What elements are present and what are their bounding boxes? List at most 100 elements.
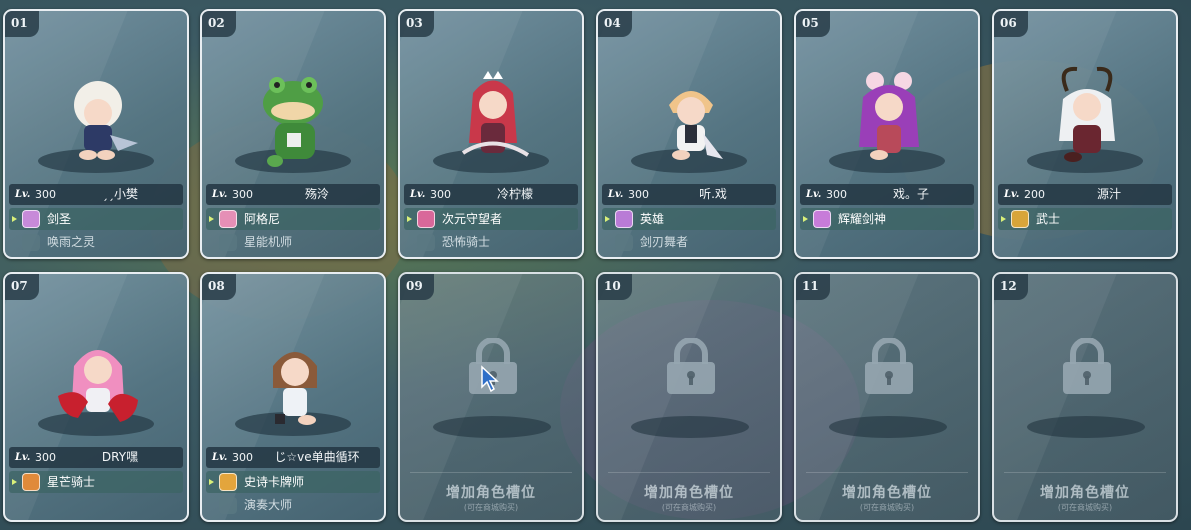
character-slot-grid: 01 Lv. 300 ˏˏ小樊 剑圣 唤雨之灵 02 Lv. 300 殇泠 阿格… <box>0 0 1191 530</box>
character-slot-08[interactable]: 08 Lv. 300 じ☆ve单曲循环 史诗卡牌师 演奏大师 <box>200 272 386 522</box>
slot-number: 09 <box>400 274 434 300</box>
slot-number: 06 <box>994 11 1028 37</box>
character-slot-01[interactable]: 01 Lv. 300 ˏˏ小樊 剑圣 唤雨之灵 <box>3 9 189 259</box>
level-value: 300 <box>35 188 56 201</box>
sub-job-label: 恐怖骑士 <box>442 235 491 249</box>
sub-job-row: 星能机师 <box>206 232 380 253</box>
sub-job-label: 星能机师 <box>244 235 293 249</box>
sub-job-row <box>9 495 183 516</box>
add-slot-hint: (可在商城购买) <box>1057 503 1113 512</box>
level-value: 300 <box>232 451 253 464</box>
bullet-icon <box>209 479 214 485</box>
character-avatar[interactable] <box>641 63 741 173</box>
card-master-icon <box>219 473 237 491</box>
character-slot-06[interactable]: 06 Lv. 200 源汁 武士 <box>992 9 1178 259</box>
slot-number: 07 <box>5 274 39 300</box>
character-name: 戏。子 <box>892 187 929 201</box>
character-name: じ☆ve单曲循环 <box>274 450 360 464</box>
sub-job-label: 剑刃舞者 <box>640 235 689 249</box>
sub-job-row: 唤雨之灵 <box>9 232 183 253</box>
locked-slot-12[interactable]: 12 增加角色槽位 (可在商城购买) <box>992 272 1178 522</box>
level-bar: Lv. 300 听.戏 <box>602 184 776 205</box>
character-slot-03[interactable]: 03 Lv. 300 冷柠檬 次元守望者 恐怖骑士 <box>398 9 584 259</box>
character-avatar[interactable] <box>245 63 345 173</box>
add-slot-label[interactable]: 增加角色槽位 <box>400 482 582 502</box>
add-slot-label[interactable]: 增加角色槽位 <box>994 482 1176 502</box>
job-row: 星芒骑士 <box>9 471 183 493</box>
sword-icon <box>813 210 831 228</box>
level-prefix: Lv. <box>1004 189 1020 200</box>
character-slot-05[interactable]: 05 Lv. 300 戏。子 辉耀剑神 <box>794 9 980 259</box>
slot-number: 04 <box>598 11 632 37</box>
slot-number: 12 <box>994 274 1028 300</box>
lock-icon <box>667 338 715 394</box>
add-slot-hint: (可在商城购买) <box>661 503 717 512</box>
sword-icon <box>615 210 633 228</box>
character-avatar[interactable] <box>48 63 148 173</box>
level-value: 300 <box>430 188 451 201</box>
bullet-icon <box>1001 216 1006 222</box>
sub-job-icon <box>219 497 237 514</box>
lock-icon <box>1063 338 1111 394</box>
level-prefix: Lv. <box>806 189 822 200</box>
locked-slot-10[interactable]: 10 增加角色槽位 (可在商城购买) <box>596 272 782 522</box>
character-slot-02[interactable]: 02 Lv. 300 殇泠 阿格尼 星能机师 <box>200 9 386 259</box>
bullet-icon <box>209 216 214 222</box>
job-emblem-icon <box>417 210 435 228</box>
divider <box>1004 472 1166 473</box>
lock-icon <box>865 338 913 394</box>
level-bar: Lv. 300 戏。子 <box>800 184 974 205</box>
slot-shadow <box>829 416 947 438</box>
level-prefix: Lv. <box>410 189 426 200</box>
job-row: 英雄 <box>602 208 776 230</box>
character-avatar[interactable] <box>1037 63 1137 173</box>
slot-number: 02 <box>202 11 236 37</box>
mouse-cursor-icon <box>481 365 499 393</box>
character-avatar[interactable] <box>839 63 939 173</box>
slot-shadow <box>631 416 749 438</box>
sub-job-row: 剑刃舞者 <box>602 232 776 253</box>
add-slot-hint: (可在商城购买) <box>859 503 915 512</box>
level-value: 300 <box>628 188 649 201</box>
level-value: 300 <box>826 188 847 201</box>
bullet-icon <box>803 216 808 222</box>
divider <box>608 472 770 473</box>
character-avatar[interactable] <box>245 326 345 436</box>
slot-number: 03 <box>400 11 434 37</box>
level-prefix: Lv. <box>608 189 624 200</box>
job-label: 武士 <box>1036 212 1061 226</box>
sub-job-row: 恐怖骑士 <box>404 232 578 253</box>
level-bar: Lv. 300 ˏˏ小樊 <box>9 184 183 205</box>
bullet-icon <box>12 216 17 222</box>
locked-slot-09[interactable]: 09 增加角色槽位 (可在商城购买) <box>398 272 584 522</box>
sub-job-icon <box>22 234 40 251</box>
sub-job-icon <box>615 234 633 251</box>
bullet-icon <box>12 479 17 485</box>
job-row: 阿格尼 <box>206 208 380 230</box>
divider <box>806 472 968 473</box>
character-avatar[interactable] <box>48 326 148 436</box>
slot-number: 01 <box>5 11 39 37</box>
add-slot-label[interactable]: 增加角色槽位 <box>796 482 978 502</box>
character-avatar[interactable] <box>443 63 543 173</box>
add-slot-label[interactable]: 增加角色槽位 <box>598 482 780 502</box>
level-bar: Lv. 300 冷柠檬 <box>404 184 578 205</box>
job-row: 次元守望者 <box>404 208 578 230</box>
bullet-icon <box>407 216 412 222</box>
character-slot-04[interactable]: 04 Lv. 300 听.戏 英雄 剑刃舞者 <box>596 9 782 259</box>
job-row: 辉耀剑神 <box>800 208 974 230</box>
slot-shadow <box>1027 416 1145 438</box>
locked-slot-11[interactable]: 11 增加角色槽位 (可在商城购买) <box>794 272 980 522</box>
sub-job-icon <box>219 234 237 251</box>
character-name: 听.戏 <box>699 187 727 201</box>
level-value: 300 <box>232 188 253 201</box>
character-name: 殇泠 <box>304 187 329 201</box>
job-label: 次元守望者 <box>442 212 503 226</box>
job-row: 剑圣 <box>9 208 183 230</box>
sub-job-label: 演奏大师 <box>244 498 293 512</box>
character-slot-07[interactable]: 07 Lv. 300 DRY嘿 星芒骑士 <box>3 272 189 522</box>
job-label: 辉耀剑神 <box>838 212 887 226</box>
sub-job-row: 演奏大师 <box>206 495 380 516</box>
character-name: 冷柠檬 <box>496 187 533 201</box>
job-label: 史诗卡牌师 <box>244 475 305 489</box>
